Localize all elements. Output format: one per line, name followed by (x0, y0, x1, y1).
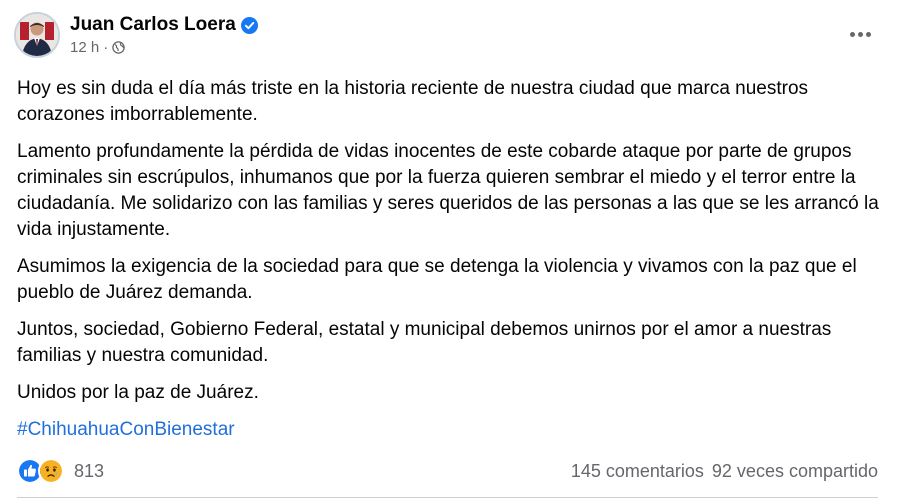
post-content: Hoy es sin duda el día más triste en la … (17, 76, 883, 454)
verified-badge-icon (240, 16, 258, 34)
post-paragraph: Unidos por la paz de Juárez. (17, 382, 259, 403)
hashtag-paragraph: #ChihuahuaConBienestar (17, 417, 883, 443)
more-dot (849, 31, 855, 37)
facebook-post: Juan Carlos Loera 12 h · Hoy es sin duda… (0, 0, 900, 502)
footer-divider (17, 497, 878, 498)
author-avatar[interactable] (14, 12, 60, 58)
sad-icon (38, 458, 64, 484)
author-info: Juan Carlos Loera 12 h · (70, 14, 258, 56)
author-name[interactable]: Juan Carlos Loera (70, 14, 236, 36)
post-timestamp[interactable]: 12 h (70, 39, 99, 56)
reaction-icons (17, 458, 64, 484)
more-dot (865, 31, 871, 37)
post-meta: 12 h · (70, 39, 258, 56)
reaction-count: 813 (74, 460, 105, 481)
avatar-image (16, 14, 58, 56)
more-dot (857, 31, 863, 37)
post-paragraph: Asumimos la exigencia de la sociedad par… (17, 256, 857, 303)
engagement-stats: 145 comentarios 92 veces compartido (571, 461, 878, 482)
post-footer: 813 145 comentarios 92 veces compartido (17, 457, 878, 485)
globe-icon[interactable] (112, 41, 125, 54)
more-options-icon[interactable] (842, 22, 878, 46)
author-row: Juan Carlos Loera (70, 14, 258, 36)
post-paragraph: Lamento profundamente la pérdida de vida… (17, 141, 879, 240)
reactions-summary[interactable]: 813 (17, 458, 104, 484)
comments-count[interactable]: 145 comentarios (571, 461, 704, 482)
shares-count[interactable]: 92 veces compartido (712, 461, 878, 482)
post-header: Juan Carlos Loera 12 h · (14, 10, 258, 60)
hashtag-link[interactable]: #ChihuahuaConBienestar (17, 419, 235, 440)
meta-separator: · (103, 39, 109, 56)
post-paragraph: Hoy es sin duda el día más triste en la … (17, 78, 809, 125)
post-paragraph: Juntos, sociedad, Gobierno Federal, esta… (17, 319, 832, 366)
